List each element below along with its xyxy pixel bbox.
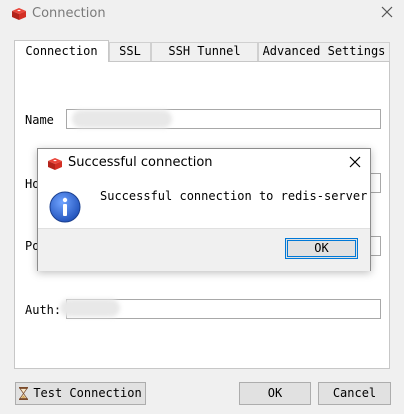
info-icon [49,191,81,223]
titlebar: Connection [0,0,404,28]
close-icon[interactable] [349,156,361,168]
redacted-auth [60,299,120,317]
tab-connection[interactable]: Connection [14,40,109,62]
redis-logo-icon [12,8,26,20]
focus-ring [287,240,356,257]
window-title: Connection [32,6,106,21]
cancel-button[interactable]: Cancel [318,382,391,405]
close-icon[interactable] [380,5,394,19]
ok-button[interactable]: OK [239,382,311,405]
tab-advanced-settings[interactable]: Advanced Settings [258,42,390,61]
dialog-footer: OK [38,228,370,271]
test-connection-button[interactable]: Test Connection [15,382,146,405]
dialog-ok-button[interactable]: OK [285,238,358,259]
auth-label: Auth: [25,303,62,317]
redis-logo-icon [48,158,62,170]
test-connection-label: Test Connection [33,386,142,400]
dialog-title: Successful connection [68,155,213,170]
success-dialog: Successful connection Successful connect… [37,148,371,271]
tab-ssh-tunnel[interactable]: SSH Tunnel [151,42,258,61]
name-label: Name [25,113,54,127]
redacted-name [72,110,172,128]
dialog-message: Successful connection to redis-server [100,189,368,203]
hourglass-icon [19,387,29,400]
tab-ssl[interactable]: SSL [109,42,151,61]
